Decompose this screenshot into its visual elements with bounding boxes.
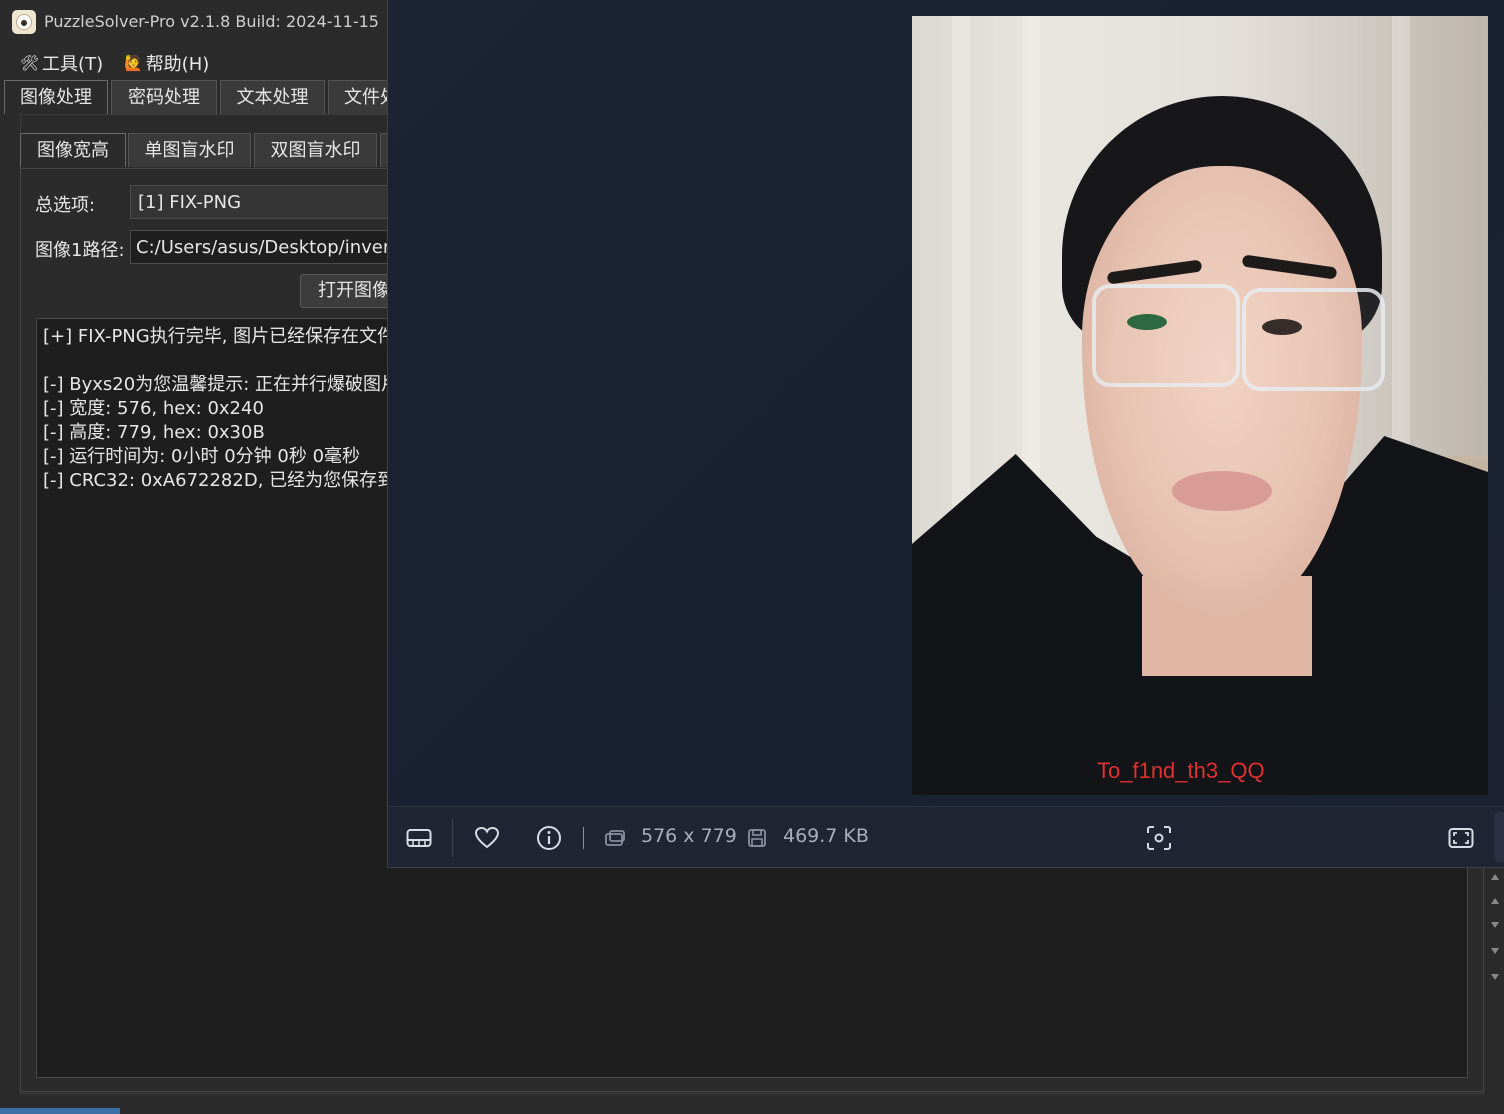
title-bar: PuzzleSolver-Pro v2.1.8 Build: 2024-11-1…: [0, 0, 400, 44]
image-dimensions: 576 x 779: [641, 825, 737, 847]
file-size: 469.7 KB: [783, 825, 869, 847]
main-tab-bar: 图像处理 密码处理 文本处理 文件处: [0, 80, 400, 116]
tab-double-blind-watermark[interactable]: 双图盲水印: [254, 133, 377, 167]
toolbar-divider: [583, 827, 584, 849]
focus-icon[interactable]: [1144, 823, 1174, 853]
viewer-side-handle[interactable]: [1494, 812, 1504, 862]
side-scrollbar[interactable]: [1488, 870, 1502, 1100]
tab-crypto-processing[interactable]: 密码处理: [111, 80, 217, 114]
filmstrip-icon[interactable]: [404, 823, 434, 853]
app-logo-icon: [12, 10, 36, 34]
taskbar-edge: [0, 1108, 120, 1114]
option-label: 总选项:: [35, 195, 96, 216]
sub-tab-bar: 图像宽高 单图盲水印 双图盲水印: [0, 133, 400, 169]
menu-tools[interactable]: 🛠 工具(T): [20, 50, 103, 76]
help-person-icon: 🙋: [124, 54, 143, 72]
image1-path-label: 图像1路径:: [35, 240, 125, 261]
window-title: PuzzleSolver-Pro v2.1.8 Build: 2024-11-1…: [44, 12, 379, 31]
viewer-toolbar: 576 x 779 469.7 KB: [388, 806, 1504, 867]
tab-image-processing[interactable]: 图像处理: [4, 80, 108, 114]
tab-single-blind-watermark[interactable]: 单图盲水印: [128, 133, 251, 167]
viewer-image[interactable]: To_f1nd_th3_QQ: [912, 16, 1488, 795]
fullscreen-icon[interactable]: [1446, 823, 1476, 853]
tools-icon: 🛠: [20, 54, 40, 72]
heart-icon[interactable]: [472, 823, 502, 853]
tab-image-width-height[interactable]: 图像宽高: [20, 133, 126, 167]
save-icon: [742, 823, 772, 853]
menu-help-label: 帮助(H): [145, 54, 210, 75]
image1-path-input[interactable]: C:/Users/asus/Desktop/invers: [130, 230, 400, 264]
menu-tools-label: 工具(T): [42, 54, 104, 75]
open-image-button[interactable]: 打开图像: [300, 274, 400, 308]
info-icon[interactable]: [534, 823, 564, 853]
tab-text-processing[interactable]: 文本处理: [220, 80, 325, 114]
image-viewer-window: To_f1nd_th3_QQ 576 x 779 469.7 KB: [387, 0, 1504, 868]
toolbar-divider: [452, 819, 453, 857]
menu-bar: 🛠 工具(T) 🙋 帮助(H): [0, 46, 400, 76]
dimensions-icon: [600, 823, 630, 853]
option-select[interactable]: [1] FIX-PNG: [130, 185, 400, 219]
menu-help[interactable]: 🙋 帮助(H): [124, 50, 209, 76]
image-watermark-text: To_f1nd_th3_QQ: [1097, 758, 1265, 783]
